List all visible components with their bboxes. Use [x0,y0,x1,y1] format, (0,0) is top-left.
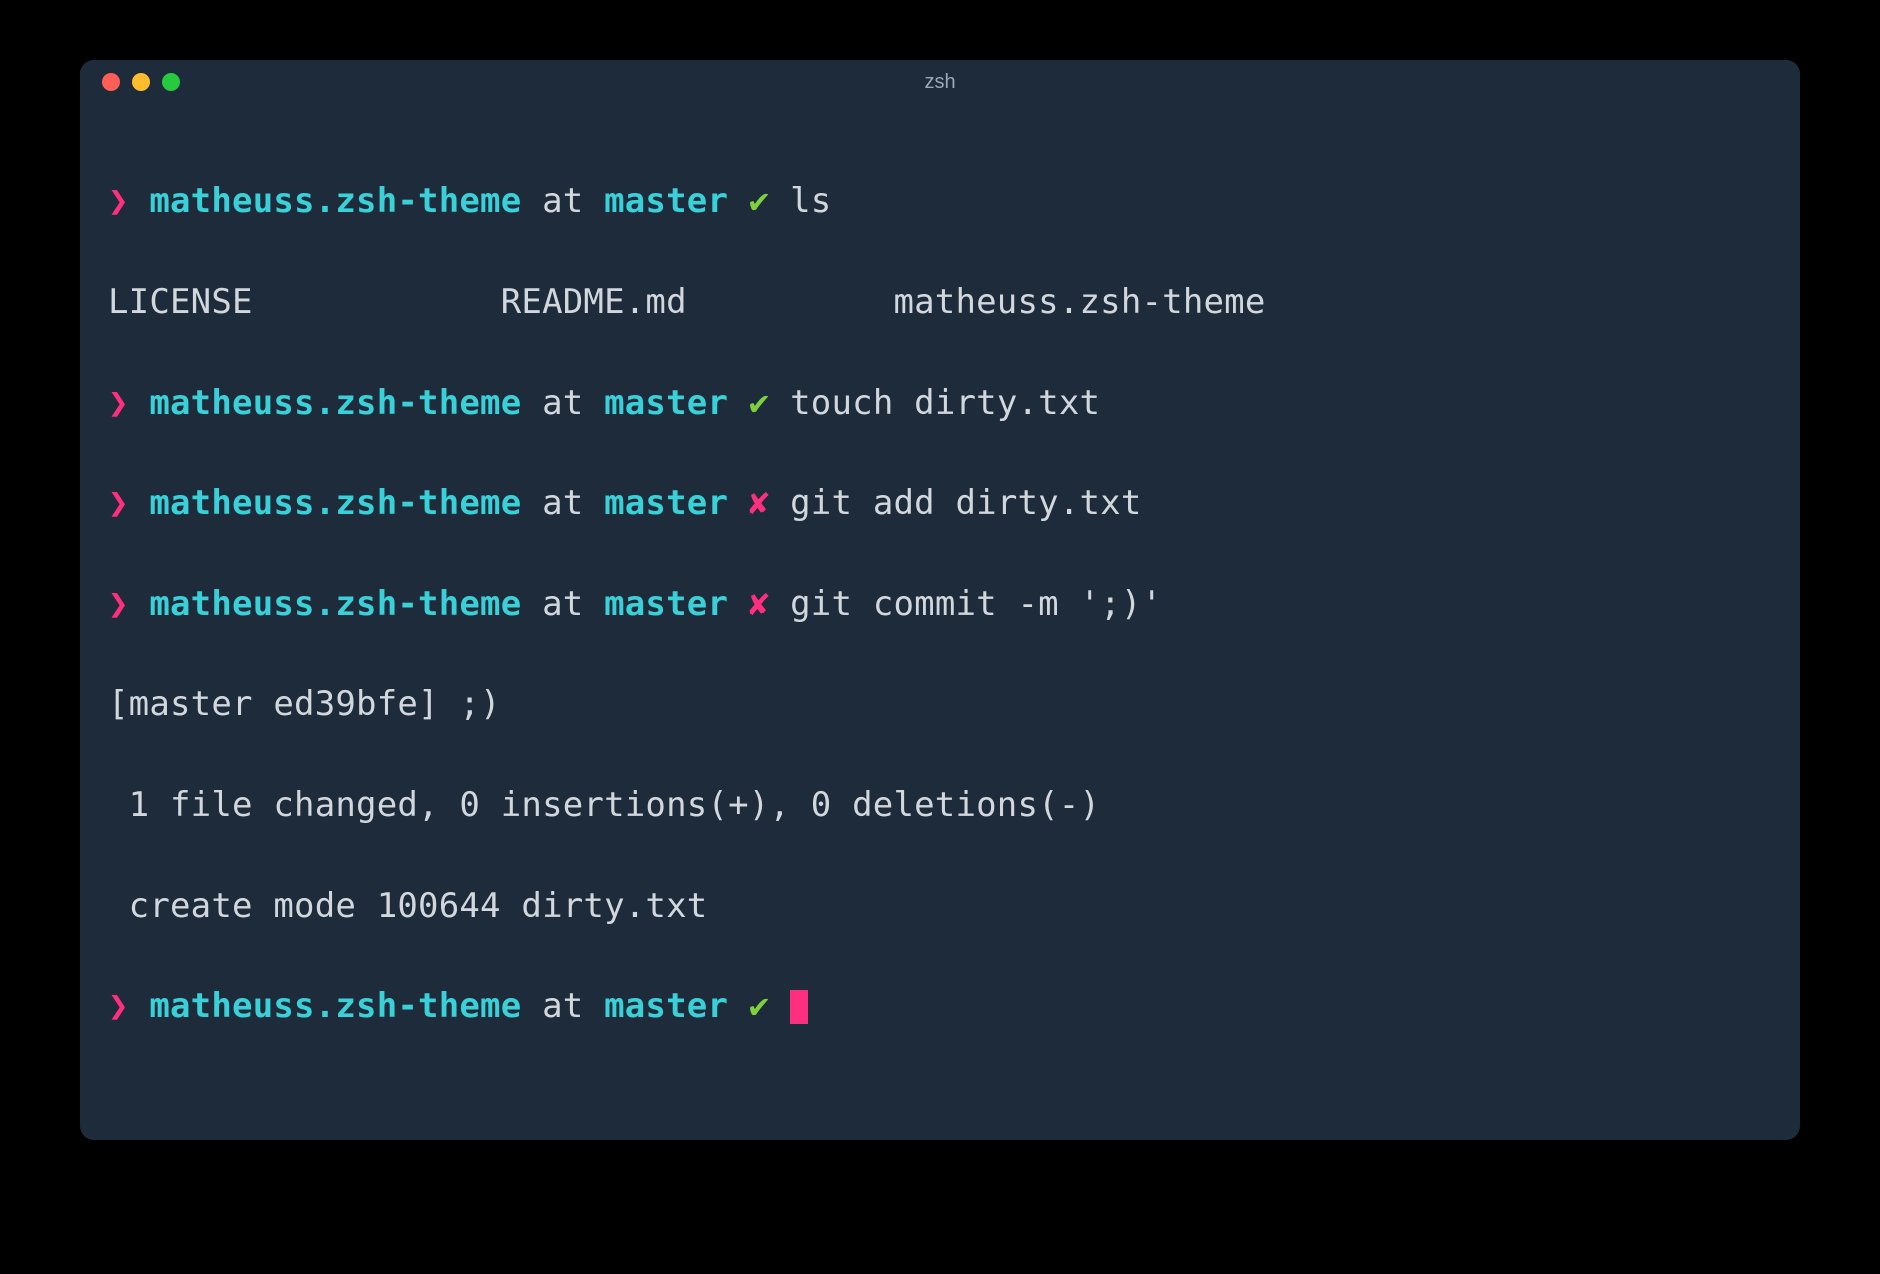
prompt-line: ❯ matheuss.zsh-theme at master ✔ touch d… [108,378,1772,428]
command-text: git add dirty.txt [790,483,1141,523]
cross-icon: ✘ [749,483,770,523]
prompt-at: at [542,483,583,523]
output-line: LICENSE README.md matheuss.zsh-theme [108,277,1772,327]
chevron-icon: ❯ [108,584,129,624]
checkmark-icon: ✔ [749,181,770,221]
prompt-branch: master [604,483,728,523]
prompt-branch: master [604,986,728,1026]
prompt-branch: master [604,383,728,423]
terminal-body[interactable]: ❯ matheuss.zsh-theme at master ✔ ls LICE… [80,104,1800,1140]
prompt-line: ❯ matheuss.zsh-theme at master ✘ git com… [108,579,1772,629]
prompt-at: at [542,181,583,221]
prompt-dir: matheuss.zsh-theme [149,986,521,1026]
output-line: 1 file changed, 0 insertions(+), 0 delet… [108,780,1772,830]
prompt-dir: matheuss.zsh-theme [149,483,521,523]
prompt-dir: matheuss.zsh-theme [149,383,521,423]
prompt-branch: master [604,181,728,221]
prompt-dir: matheuss.zsh-theme [149,584,521,624]
command-text: git commit -m ';)' [790,584,1162,624]
chevron-icon: ❯ [108,181,129,221]
prompt-at: at [542,584,583,624]
prompt-at: at [542,986,583,1026]
close-icon[interactable] [102,73,120,91]
minimize-icon[interactable] [132,73,150,91]
chevron-icon: ❯ [108,483,129,523]
prompt-line: ❯ matheuss.zsh-theme at master ✔ [108,981,1772,1031]
chevron-icon: ❯ [108,986,129,1026]
cursor [790,990,808,1024]
terminal-window: zsh ❯ matheuss.zsh-theme at master ✔ ls … [80,60,1800,1140]
prompt-at: at [542,383,583,423]
prompt-dir: matheuss.zsh-theme [149,181,521,221]
command-text: touch dirty.txt [790,383,1100,423]
window-title: zsh [80,71,1800,94]
output-line: [master ed39bfe] ;) [108,679,1772,729]
maximize-icon[interactable] [162,73,180,91]
command-text: ls [790,181,831,221]
titlebar: zsh [80,60,1800,104]
chevron-icon: ❯ [108,383,129,423]
traffic-lights [80,73,180,91]
prompt-line: ❯ matheuss.zsh-theme at master ✔ ls [108,176,1772,226]
output-line: create mode 100644 dirty.txt [108,881,1772,931]
prompt-branch: master [604,584,728,624]
prompt-line: ❯ matheuss.zsh-theme at master ✘ git add… [108,478,1772,528]
checkmark-icon: ✔ [749,986,770,1026]
cross-icon: ✘ [749,584,770,624]
checkmark-icon: ✔ [749,383,770,423]
